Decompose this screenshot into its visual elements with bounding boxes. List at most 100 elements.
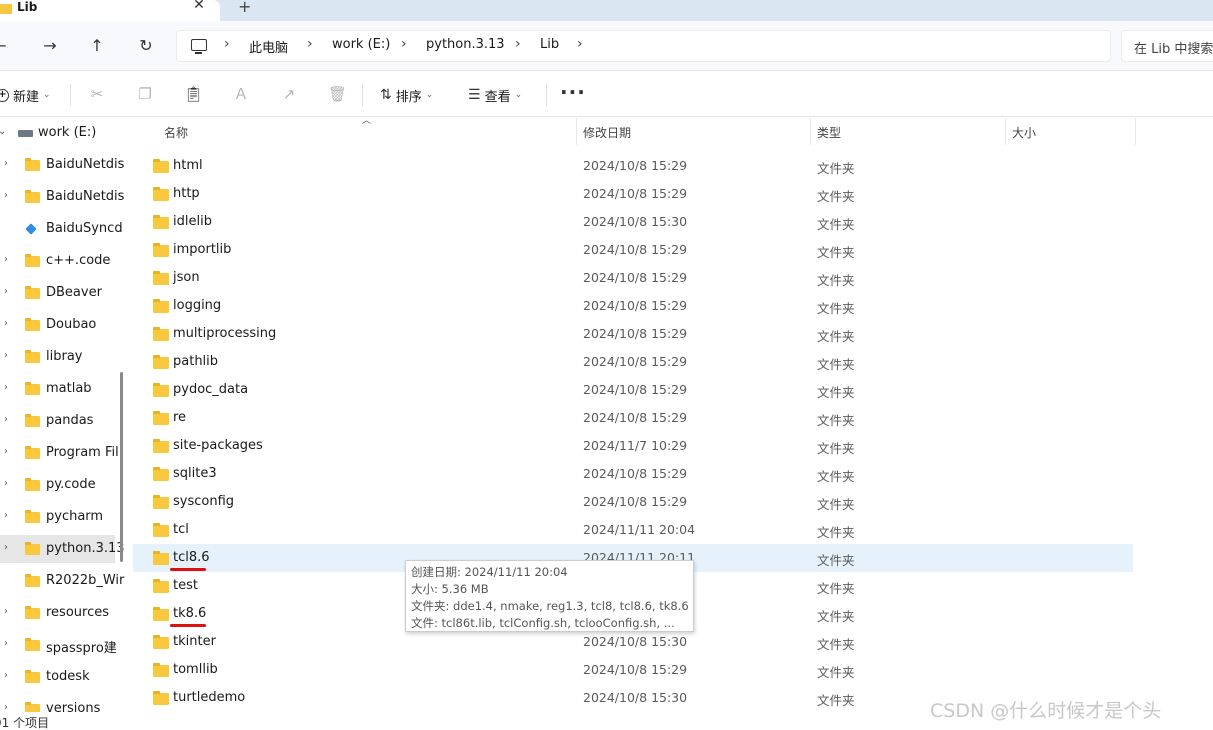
- chevron-right-icon[interactable]: ›: [4, 382, 8, 393]
- chevron-right-icon[interactable]: ›: [4, 446, 8, 457]
- column-divider[interactable]: [810, 118, 811, 145]
- file-type: 文件夹: [817, 665, 855, 680]
- file-date: 2024/10/8 15:29: [583, 410, 688, 425]
- table-row[interactable]: json 2024/10/8 15:29 文件夹: [133, 264, 1133, 292]
- sidebar-item[interactable]: › todesk: [0, 663, 115, 691]
- more-options-button[interactable]: ···: [560, 80, 586, 104]
- chevron-right-icon[interactable]: ›: [4, 350, 8, 361]
- chevron-down-icon[interactable]: ⌄: [0, 126, 6, 137]
- column-divider[interactable]: [1005, 118, 1006, 145]
- table-row[interactable]: pathlib 2024/10/8 15:29 文件夹: [133, 348, 1133, 376]
- column-header-name[interactable]: 名称: [164, 124, 188, 141]
- breadcrumb-python[interactable]: python.3.13: [426, 37, 505, 52]
- file-type: 文件夹: [817, 497, 855, 512]
- item-count: 91 个项目: [0, 716, 50, 730]
- column-header-type[interactable]: 类型: [817, 124, 841, 141]
- sidebar-item[interactable]: › BaiduNetdis: [0, 183, 124, 211]
- sidebar-item[interactable]: › c++.code: [0, 247, 115, 275]
- chevron-right-icon[interactable]: ›: [4, 414, 8, 425]
- share-icon[interactable]: ↗: [280, 85, 298, 103]
- table-row[interactable]: sqlite3 2024/10/8 15:29 文件夹: [133, 460, 1133, 488]
- sidebar-item-label: Doubao: [46, 317, 97, 332]
- view-button[interactable]: ☰ 查看 ⌄: [468, 84, 522, 106]
- table-row[interactable]: site-packages 2024/11/7 10:29 文件夹: [133, 432, 1133, 460]
- chevron-right-icon[interactable]: ›: [4, 638, 8, 649]
- new-button[interactable]: + 新建 ⌄: [0, 84, 51, 106]
- sidebar-item[interactable]: › matlab: [0, 375, 115, 403]
- rename-icon[interactable]: Ａ: [232, 85, 250, 103]
- sort-button[interactable]: ⇅ 排序 ⌄: [380, 84, 433, 106]
- nav-scrollbar[interactable]: [120, 372, 123, 562]
- sidebar-item[interactable]: › resources: [0, 599, 115, 627]
- file-type: 文件夹: [817, 357, 855, 372]
- back-arrow-icon[interactable]: ←: [0, 34, 12, 58]
- table-row[interactable]: http 2024/10/8 15:29 文件夹: [133, 180, 1133, 208]
- table-row[interactable]: idlelib 2024/10/8 15:30 文件夹: [133, 208, 1133, 236]
- table-row[interactable]: tcl 2024/11/11 20:04 文件夹: [133, 516, 1133, 544]
- breadcrumb-this-pc[interactable]: 此电脑: [249, 37, 288, 56]
- sidebar-item[interactable]: › python.3.13: [0, 535, 125, 563]
- sidebar-item[interactable]: › Program Fil: [0, 439, 119, 467]
- sidebar-item-label: pycharm: [46, 509, 104, 524]
- table-row[interactable]: sysconfig 2024/10/8 15:29 文件夹: [133, 488, 1133, 516]
- tab-lib[interactable]: Lib ✕: [0, 0, 220, 21]
- breadcrumb-lib[interactable]: Lib: [540, 37, 559, 52]
- chevron-right-icon[interactable]: ›: [4, 318, 8, 329]
- table-row[interactable]: tomllib 2024/10/8 15:29 文件夹: [133, 656, 1133, 684]
- sidebar-item[interactable]: › Doubao: [0, 311, 115, 339]
- refresh-icon[interactable]: ↻: [134, 34, 158, 58]
- red-underline-annotation: [170, 624, 206, 627]
- chevron-right-icon[interactable]: ›: [4, 478, 8, 489]
- folder-icon: [25, 414, 40, 427]
- new-tab-button[interactable]: +: [238, 0, 251, 16]
- table-row[interactable]: pydoc_data 2024/10/8 15:29 文件夹: [133, 376, 1133, 404]
- sidebar-item[interactable]: › BaiduNetdis: [0, 151, 124, 179]
- table-row[interactable]: multiprocessing 2024/10/8 15:29 文件夹: [133, 320, 1133, 348]
- chevron-right-icon[interactable]: ›: [4, 670, 8, 681]
- sidebar-item[interactable]: › DBeaver: [0, 279, 115, 307]
- sidebar-item[interactable]: R2022b_Wir: [0, 567, 124, 595]
- nav-item-work-drive[interactable]: ⌄ work (E:): [0, 119, 115, 147]
- sidebar-item[interactable]: › libray: [0, 343, 115, 371]
- chevron-right-icon[interactable]: ›: [4, 542, 8, 553]
- close-icon[interactable]: ✕: [191, 0, 207, 13]
- table-row[interactable]: html 2024/10/8 15:29 文件夹: [133, 152, 1133, 180]
- address-bar[interactable]: › 此电脑 › work (E:) › python.3.13 › Lib ›: [176, 30, 1111, 62]
- table-row[interactable]: re 2024/10/8 15:29 文件夹: [133, 404, 1133, 432]
- breadcrumb-work-drive[interactable]: work (E:): [332, 37, 390, 52]
- sidebar-item[interactable]: › py.code: [0, 471, 115, 499]
- copy-icon[interactable]: ❐: [136, 85, 154, 103]
- column-header-date[interactable]: 修改日期: [583, 124, 631, 141]
- folder-icon: [153, 551, 169, 565]
- table-row[interactable]: tkinter 2024/10/8 15:30 文件夹: [133, 628, 1133, 656]
- chevron-right-icon[interactable]: ›: [4, 254, 8, 265]
- column-header-size[interactable]: 大小: [1012, 124, 1036, 141]
- delete-icon[interactable]: 🗑︎: [328, 85, 347, 103]
- sidebar-item[interactable]: › pandas: [0, 407, 115, 435]
- cut-icon[interactable]: ✂: [88, 85, 106, 103]
- chevron-right-icon[interactable]: ›: [4, 286, 8, 297]
- forward-arrow-icon[interactable]: →: [38, 34, 62, 58]
- file-type: 文件夹: [817, 217, 855, 232]
- sidebar-item[interactable]: › pycharm: [0, 503, 115, 531]
- sidebar-item[interactable]: BaiduSyncd: [0, 215, 123, 243]
- chevron-right-icon[interactable]: ›: [4, 606, 8, 617]
- search-input[interactable]: 在 Lib 中搜索: [1121, 30, 1213, 62]
- chevron-right-icon[interactable]: ›: [4, 702, 8, 712]
- sidebar-item[interactable]: › versions: [0, 695, 115, 712]
- table-row[interactable]: importlib 2024/10/8 15:29 文件夹: [133, 236, 1133, 264]
- paste-icon[interactable]: 📋︎: [184, 85, 203, 103]
- file-type: 文件夹: [817, 441, 855, 456]
- file-name: json: [173, 270, 200, 285]
- chevron-right-icon[interactable]: ›: [4, 158, 8, 169]
- up-arrow-icon[interactable]: ↑: [85, 34, 109, 58]
- folder-icon: [153, 579, 169, 593]
- column-divider[interactable]: [1135, 118, 1136, 145]
- sidebar-item[interactable]: › spasspro建: [0, 631, 117, 659]
- table-row[interactable]: logging 2024/10/8 15:29 文件夹: [133, 292, 1133, 320]
- column-divider[interactable]: [576, 118, 577, 145]
- chevron-right-icon[interactable]: ›: [4, 190, 8, 201]
- sort-label: 排序: [395, 89, 422, 105]
- chevron-right-icon[interactable]: ›: [4, 510, 8, 521]
- folder-icon: [153, 355, 169, 369]
